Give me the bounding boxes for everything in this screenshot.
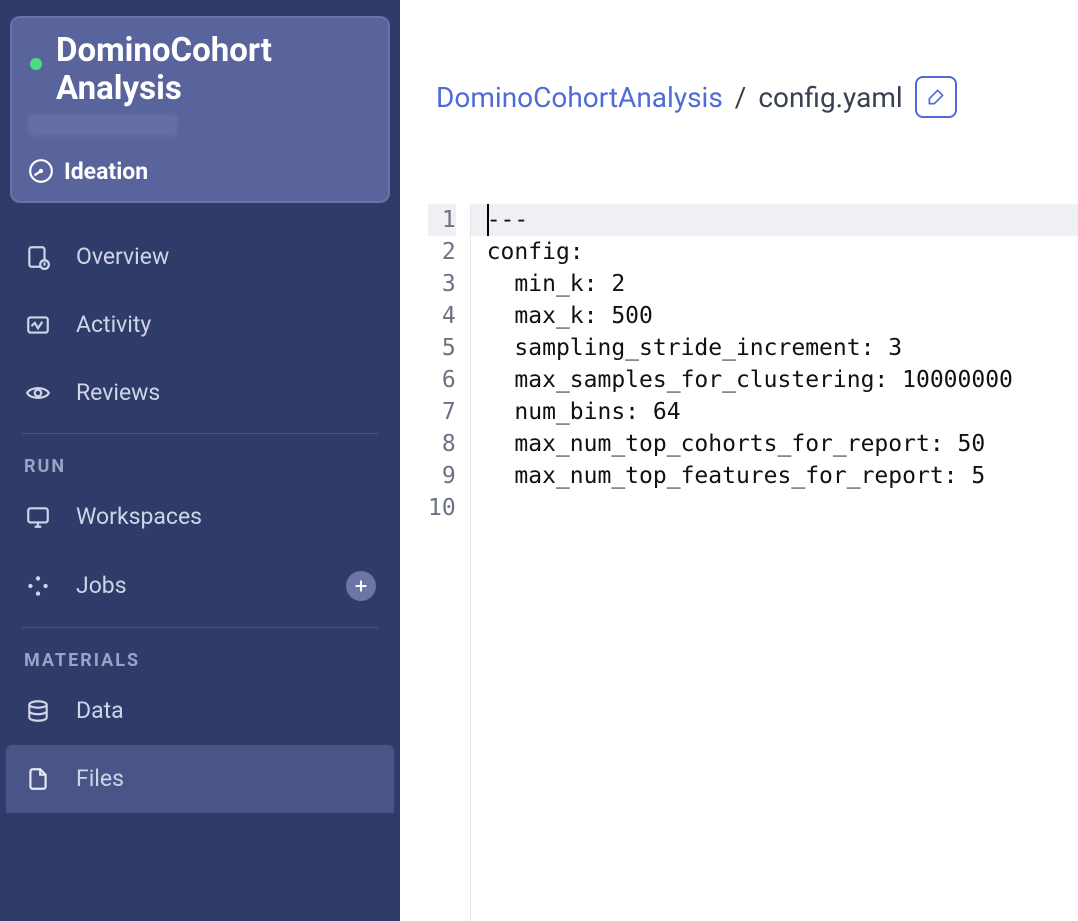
line-number: 7 [428, 396, 456, 428]
project-card[interactable]: DominoCohort Analysis Ideation [10, 16, 390, 203]
code-line[interactable]: config: [471, 236, 1078, 268]
jobs-dots-icon [24, 572, 52, 600]
code-line[interactable]: max_num_top_features_for_report: 5 [471, 460, 1078, 492]
code-line[interactable]: num_bins: 64 [471, 396, 1078, 428]
breadcrumb-current: config.yaml [758, 81, 902, 114]
sidebar-item-jobs[interactable]: Jobs [0, 551, 400, 621]
line-number: 8 [428, 428, 456, 460]
line-number: 3 [428, 268, 456, 300]
line-number: 5 [428, 332, 456, 364]
sidebar: DominoCohort Analysis Ideation [0, 0, 400, 921]
breadcrumb-separator: / [735, 81, 747, 114]
activity-icon [24, 311, 52, 339]
sidebar-item-label: Workspaces [76, 503, 202, 530]
sidebar-item-activity[interactable]: Activity [0, 291, 400, 359]
code-line[interactable]: max_k: 500 [471, 300, 1078, 332]
nav-list: Overview Activity Reviews [0, 211, 400, 427]
sidebar-item-workspaces[interactable]: Workspaces [0, 483, 400, 551]
line-number: 10 [428, 492, 456, 524]
code-line[interactable]: max_samples_for_clustering: 10000000 [471, 364, 1078, 396]
editor-gutter: 12345678910 [400, 204, 471, 921]
database-icon [24, 697, 52, 725]
status-indicator-icon [30, 58, 42, 70]
sidebar-item-label: Reviews [76, 379, 160, 406]
sidebar-item-label: Jobs [76, 572, 127, 599]
monitor-icon [24, 503, 52, 531]
editor-code-area[interactable]: ---config: min_k: 2 max_k: 500 sampling_… [471, 204, 1078, 921]
section-title-materials: MATERIALS [0, 628, 400, 677]
overview-icon [24, 243, 52, 271]
sidebar-item-label: Files [76, 765, 124, 792]
project-title: DominoCohort Analysis [56, 32, 372, 108]
sidebar-item-overview[interactable]: Overview [0, 223, 400, 291]
sidebar-item-label: Data [76, 697, 124, 724]
section-title-run: RUN [0, 434, 400, 483]
sidebar-item-data[interactable]: Data [0, 677, 400, 745]
code-line[interactable]: min_k: 2 [471, 268, 1078, 300]
project-phase-label: Ideation [64, 158, 148, 185]
edit-filename-button[interactable] [915, 76, 957, 118]
file-icon [24, 765, 52, 793]
line-number: 1 [428, 204, 456, 236]
breadcrumb: DominoCohortAnalysis / config.yaml [400, 0, 1078, 118]
gauge-icon [28, 158, 54, 184]
code-editor[interactable]: 12345678910 ---config: min_k: 2 max_k: 5… [400, 204, 1078, 921]
main-content: DominoCohortAnalysis / config.yaml 12345… [400, 0, 1078, 921]
code-line[interactable]: max_num_top_cohorts_for_report: 50 [471, 428, 1078, 460]
code-line[interactable] [471, 492, 1078, 524]
breadcrumb-root-link[interactable]: DominoCohortAnalysis [436, 81, 723, 114]
line-number: 4 [428, 300, 456, 332]
sidebar-item-files[interactable]: Files [6, 745, 394, 813]
line-number: 2 [428, 236, 456, 268]
sidebar-item-label: Activity [76, 311, 151, 338]
add-job-button[interactable] [346, 571, 376, 601]
code-line[interactable]: --- [471, 204, 1078, 236]
line-number: 9 [428, 460, 456, 492]
sidebar-item-reviews[interactable]: Reviews [0, 359, 400, 427]
line-number: 6 [428, 364, 456, 396]
project-phase[interactable]: Ideation [28, 158, 372, 185]
sidebar-item-label: Overview [76, 243, 169, 270]
editor-cursor [487, 204, 489, 236]
project-owner-blurred [28, 114, 178, 136]
eye-icon [24, 379, 52, 407]
code-line[interactable]: sampling_stride_increment: 3 [471, 332, 1078, 364]
